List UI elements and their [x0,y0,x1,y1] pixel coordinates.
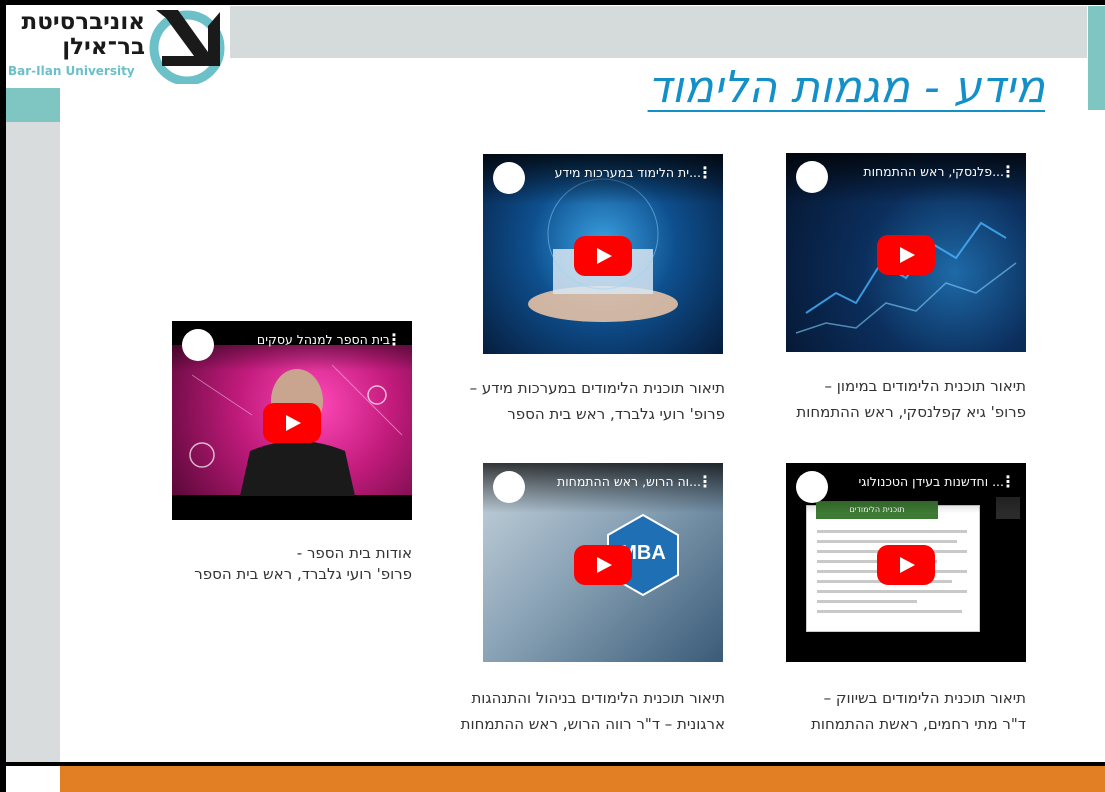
video-caption-marketing: תיאור תוכנית הלימודים בשיווק – ד"ר מתי ר… [786,685,1026,737]
caption-line: תיאור תוכנית הלימודים בשיווק – [823,689,1026,707]
logo-hebrew-line2: בר־אילן [62,34,145,60]
video-player-marketing[interactable]: תוכנית הלימודים ... וחדשנות בעידן הטכנול… [786,463,1026,662]
caption-line: ד"ר מתי רחמים, ראשת ההתמחות [811,715,1026,733]
caption-line: אודות בית הספר - [296,544,412,562]
more-options-icon[interactable]: ⋮ [1000,472,1016,491]
logo-hebrew-line1: אוניברסיטת [21,9,145,35]
page-title: מידע - מגמות הלימוד [647,62,1045,113]
caption-line: תיאור תוכנית הלימודים בניהול והתנהגות [471,689,725,707]
video-player-information-systems[interactable]: ...ית הלימוד במערכות מידע ⋮ [483,154,723,354]
logo-emblem-icon [149,10,225,84]
more-options-icon[interactable]: ⋮ [1000,162,1016,181]
play-button[interactable] [877,235,935,275]
sidebar-accent [6,88,60,122]
video-caption-information-systems: תיאור תוכנית הלימודים במערכות מידע – פרו… [440,375,725,427]
video-caption-finance: תיאור תוכנית הלימודים במימון – פרופ' גיא… [786,373,1026,425]
channel-avatar-icon[interactable] [796,161,828,193]
channel-avatar-icon[interactable] [493,471,525,503]
caption-line: פרופ' גיא קפלנסקי, ראש ההתמחות [796,403,1026,421]
video-player-finance[interactable]: ...פלנסקי, ראש ההתמחות ⋮ [786,153,1026,352]
video-player-organizational-behavior[interactable]: MBA ...וה הרוש, ראש ההתמחות ⋮ [483,463,723,662]
video-title[interactable]: ...וה הרוש, ראש ההתמחות [531,474,701,489]
caption-line: פרופ' רועי גלברד, ראש בית הספר [194,565,412,583]
logo-english-name: Bar-Ilan University [8,64,135,78]
caption-line: תיאור תוכנית הלימודים במערכות מידע – [469,379,725,397]
channel-avatar-icon[interactable] [182,329,214,361]
header-band [230,6,1087,58]
play-button[interactable] [574,236,632,276]
caption-line: תיאור תוכנית הלימודים במימון – [824,377,1027,395]
video-title[interactable]: ...פלנסקי, ראש ההתמחות [834,164,1004,179]
channel-avatar-icon[interactable] [796,471,828,503]
video-title[interactable]: ... וחדשנות בעידן הטכנולוגי [834,474,1004,489]
caption-line: פרופ' רועי גלברד, ראש בית הספר [507,405,725,423]
video-caption-about-school: אודות בית הספר - פרופ' רועי גלברד, ראש ב… [172,543,412,585]
more-options-icon[interactable]: ⋮ [697,163,713,182]
video-caption-organizational-behavior: תיאור תוכנית הלימודים בניהול והתנהגות אר… [420,685,725,737]
video-title[interactable]: ...ית הלימוד במערכות מידע [531,165,701,180]
footer-band [60,766,1105,792]
video-player-about-school[interactable]: בית הספר למנהל עסקים ⋮ [172,321,412,520]
channel-avatar-icon[interactable] [493,162,525,194]
sidebar-band [6,122,60,762]
video-title[interactable]: בית הספר למנהל עסקים [220,332,390,347]
more-options-icon[interactable]: ⋮ [697,472,713,491]
caption-line: ארגונית – ד"ר רווה הרוש, ראש ההתמחות [460,715,725,733]
play-button[interactable] [574,545,632,585]
play-button[interactable] [877,545,935,585]
play-button[interactable] [263,403,321,443]
header-accent [1088,6,1105,110]
more-options-icon[interactable]: ⋮ [386,330,402,349]
